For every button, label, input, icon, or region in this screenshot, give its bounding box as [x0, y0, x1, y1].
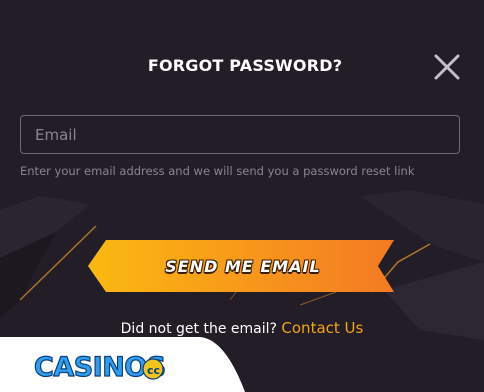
email-field[interactable] — [20, 115, 460, 154]
close-button[interactable] — [432, 54, 462, 80]
close-icon — [434, 54, 460, 80]
email-helper-text: Enter your email address and we will sen… — [20, 164, 415, 178]
contact-us-link[interactable]: Contact Us — [281, 319, 363, 337]
send-email-button[interactable]: SEND ME EMAIL — [88, 240, 400, 292]
modal-title: FORGOT PASSWORD? — [147, 56, 343, 75]
send-button-label: SEND ME EMAIL — [165, 256, 321, 276]
casinos-watermark-logo: CASINOS cc — [0, 337, 245, 392]
resend-prompt: Did not get the email? — [120, 321, 277, 337]
resend-row: Did not get the email? Contact Us — [0, 319, 484, 337]
svg-text:cc: cc — [147, 364, 160, 377]
